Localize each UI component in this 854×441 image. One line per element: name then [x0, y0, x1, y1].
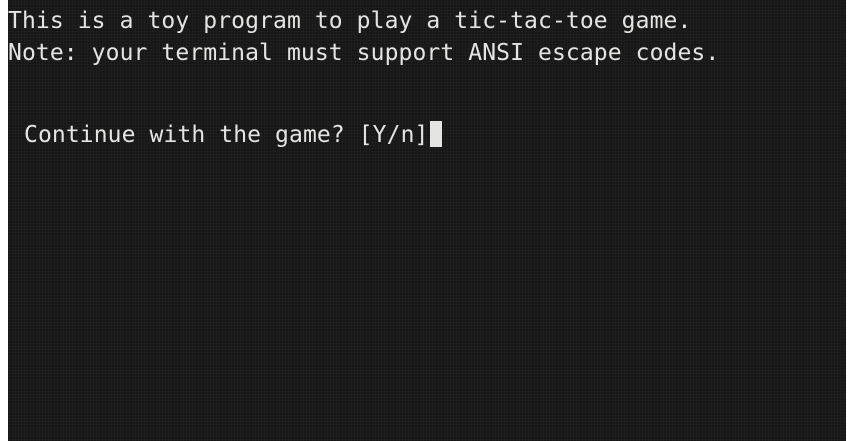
terminal-output-line: This is a toy program to play a tic-tac-…: [8, 8, 692, 34]
continue-prompt: Continue with the game? [Y/n]: [24, 122, 429, 148]
text-cursor: [430, 121, 443, 147]
terminal-output-line: Note: your terminal must support ANSI es…: [8, 40, 720, 66]
terminal-window[interactable]: This is a toy program to play a tic-tac-…: [8, 0, 846, 441]
terminal-prompt-row[interactable]: Continue with the game? [Y/n]: [8, 101, 846, 148]
